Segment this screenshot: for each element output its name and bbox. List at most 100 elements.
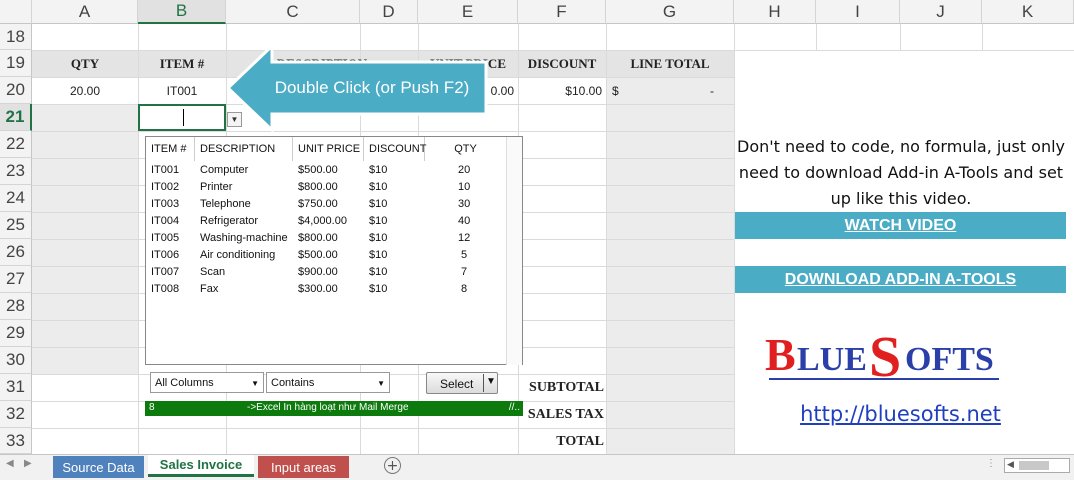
horizontal-scrollbar[interactable]: ◀ <box>1004 458 1070 473</box>
item-description: Air conditioning <box>200 249 276 261</box>
status-count: 8 <box>149 402 155 413</box>
add-sheet-icon[interactable]: + <box>384 457 401 474</box>
popup-scrollbar[interactable] <box>506 137 522 365</box>
row-header-33[interactable]: 33 <box>0 428 32 454</box>
scroll-left-arrow-icon[interactable]: ◀ <box>1007 459 1014 470</box>
svg-text:S: S <box>869 324 901 386</box>
col-header-e[interactable]: E <box>418 0 518 24</box>
promo-text: Don't need to code, no formula, just onl… <box>737 137 1065 208</box>
resize-grip-icon[interactable]: //.. <box>509 402 520 413</box>
item-description: Telephone <box>200 198 251 210</box>
select-button[interactable]: Select ▼ <box>426 372 498 394</box>
column-filter-select[interactable]: All Columns ▼ <box>150 372 264 393</box>
discount-cell[interactable]: $10.00 <box>518 77 602 104</box>
scrollbar-thumb[interactable] <box>1019 461 1049 470</box>
item-lookup-popup[interactable]: ITEM # DESCRIPTION UNIT PRICE DISCOUNT Q… <box>145 136 523 365</box>
select-all-corner[interactable] <box>0 0 32 24</box>
caret-down-icon[interactable]: ▼ <box>486 376 496 387</box>
popup-row[interactable]: IT006 Air conditioning $500.00 $10 5 <box>146 247 507 264</box>
popup-col-description[interactable]: DESCRIPTION <box>195 137 293 161</box>
active-cell-b21[interactable] <box>138 104 226 131</box>
item-unit-price: $300.00 <box>298 283 338 295</box>
item-discount: $10 <box>369 232 388 244</box>
header-item: ITEM # <box>159 55 205 71</box>
download-addin-link[interactable]: DOWNLOAD ADD-IN A-TOOLS <box>735 266 1066 293</box>
popup-row[interactable]: IT005 Washing-machine $800.00 $10 12 <box>146 230 507 247</box>
item-code: IT008 <box>151 283 180 295</box>
row-header-29[interactable]: 29 <box>0 320 32 347</box>
popup-status-bar: 8 ->Excel In hàng loạt như Mail Merge //… <box>145 401 523 416</box>
split-divider <box>483 374 484 392</box>
tab-input-areas[interactable]: Input areas <box>258 456 349 478</box>
row-header-27[interactable]: 27 <box>0 266 32 293</box>
status-text: ->Excel In hàng loạt như Mail Merge <box>247 402 409 413</box>
col-header-d[interactable]: D <box>360 0 418 24</box>
row-header-19[interactable]: 19 <box>0 50 32 77</box>
popup-row[interactable]: IT008 Fax $300.00 $10 8 <box>146 281 507 298</box>
row-header-20[interactable]: 20 <box>0 77 32 104</box>
col-header-c[interactable]: C <box>226 0 360 24</box>
item-cell[interactable]: IT001 <box>138 77 226 104</box>
popup-row[interactable]: IT003 Telephone $750.00 $10 30 <box>146 196 507 213</box>
item-qty: 5 <box>461 249 468 261</box>
item-unit-price: $800.00 <box>298 181 338 193</box>
row-header-26[interactable]: 26 <box>0 239 32 266</box>
svg-text:OFTS: OFTS <box>905 341 994 378</box>
row-header-23[interactable]: 23 <box>0 158 32 185</box>
popup-row[interactable]: IT001 Computer $500.00 $10 20 <box>146 162 507 179</box>
item-code: IT005 <box>151 232 180 244</box>
qty-cell[interactable]: 20.00 <box>32 77 138 104</box>
more-options-icon[interactable]: ⋮ <box>986 458 996 469</box>
spreadsheet-grid[interactable]: A B C D E F G H I J K 18 19 20 21 22 23 … <box>0 0 1074 454</box>
item-description: Washing-machine <box>200 232 288 244</box>
item-discount: $10 <box>369 266 388 278</box>
item-discount: $10 <box>369 215 388 227</box>
popup-row[interactable]: IT004 Refrigerator $4,000.00 $10 40 <box>146 213 507 230</box>
svg-text:B: B <box>765 329 796 380</box>
item-unit-price: $800.00 <box>298 232 338 244</box>
row-header-24[interactable]: 24 <box>0 185 32 212</box>
popup-col-qty[interactable]: QTY <box>425 137 507 161</box>
header-line-total: LINE TOTAL <box>630 55 710 71</box>
item-qty: 8 <box>461 283 468 295</box>
tab-source-data[interactable]: Source Data <box>53 456 144 478</box>
row-header-25[interactable]: 25 <box>0 212 32 239</box>
popup-row[interactable]: IT007 Scan $900.00 $10 7 <box>146 264 507 281</box>
col-header-f[interactable]: F <box>518 0 606 24</box>
col-header-g[interactable]: G <box>606 0 734 24</box>
item-description: Computer <box>200 164 249 176</box>
col-header-a[interactable]: A <box>32 0 138 24</box>
row-header-30[interactable]: 30 <box>0 347 32 374</box>
select-button-label: Select <box>440 377 474 391</box>
item-unit-price: $900.00 <box>298 266 338 278</box>
watch-video-link[interactable]: WATCH VIDEO <box>735 212 1066 239</box>
svg-text:LUE: LUE <box>797 341 867 378</box>
popup-row[interactable]: IT002 Printer $800.00 $10 10 <box>146 179 507 196</box>
item-discount: $10 <box>369 283 388 295</box>
col-header-i[interactable]: I <box>816 0 900 24</box>
col-header-h[interactable]: H <box>734 0 816 24</box>
popup-col-item[interactable]: ITEM # <box>146 137 195 161</box>
row-header-31[interactable]: 31 <box>0 374 32 401</box>
website-link[interactable]: http://bluesofts.net <box>735 402 1066 426</box>
scroll-left-icon[interactable]: ◀ <box>6 458 14 469</box>
col-header-b[interactable]: B <box>138 0 226 24</box>
tab-sales-invoice[interactable]: Sales Invoice <box>148 455 254 477</box>
col-header-j[interactable]: J <box>900 0 982 24</box>
header-discount: DISCOUNT <box>527 55 597 71</box>
popup-col-unit-price[interactable]: UNIT PRICE <box>293 137 364 161</box>
item-description: Fax <box>200 283 219 295</box>
row-header-32[interactable]: 32 <box>0 401 32 428</box>
gridline <box>982 24 983 50</box>
row-header-22[interactable]: 22 <box>0 131 32 158</box>
col-header-k[interactable]: K <box>982 0 1074 24</box>
row-header-21[interactable]: 21 <box>0 104 32 131</box>
row-header-18[interactable]: 18 <box>0 24 32 50</box>
popup-col-discount[interactable]: DISCOUNT <box>364 137 426 161</box>
item-code: IT006 <box>151 249 180 261</box>
scroll-right-icon[interactable]: ▶ <box>24 458 32 469</box>
match-mode-select[interactable]: Contains ▼ <box>266 372 390 393</box>
sheet-tabs-bar: ◀ ▶ Source Data Sales Invoice Input area… <box>0 454 1074 480</box>
line-total-cell[interactable]: - <box>606 77 714 104</box>
row-header-28[interactable]: 28 <box>0 293 32 320</box>
